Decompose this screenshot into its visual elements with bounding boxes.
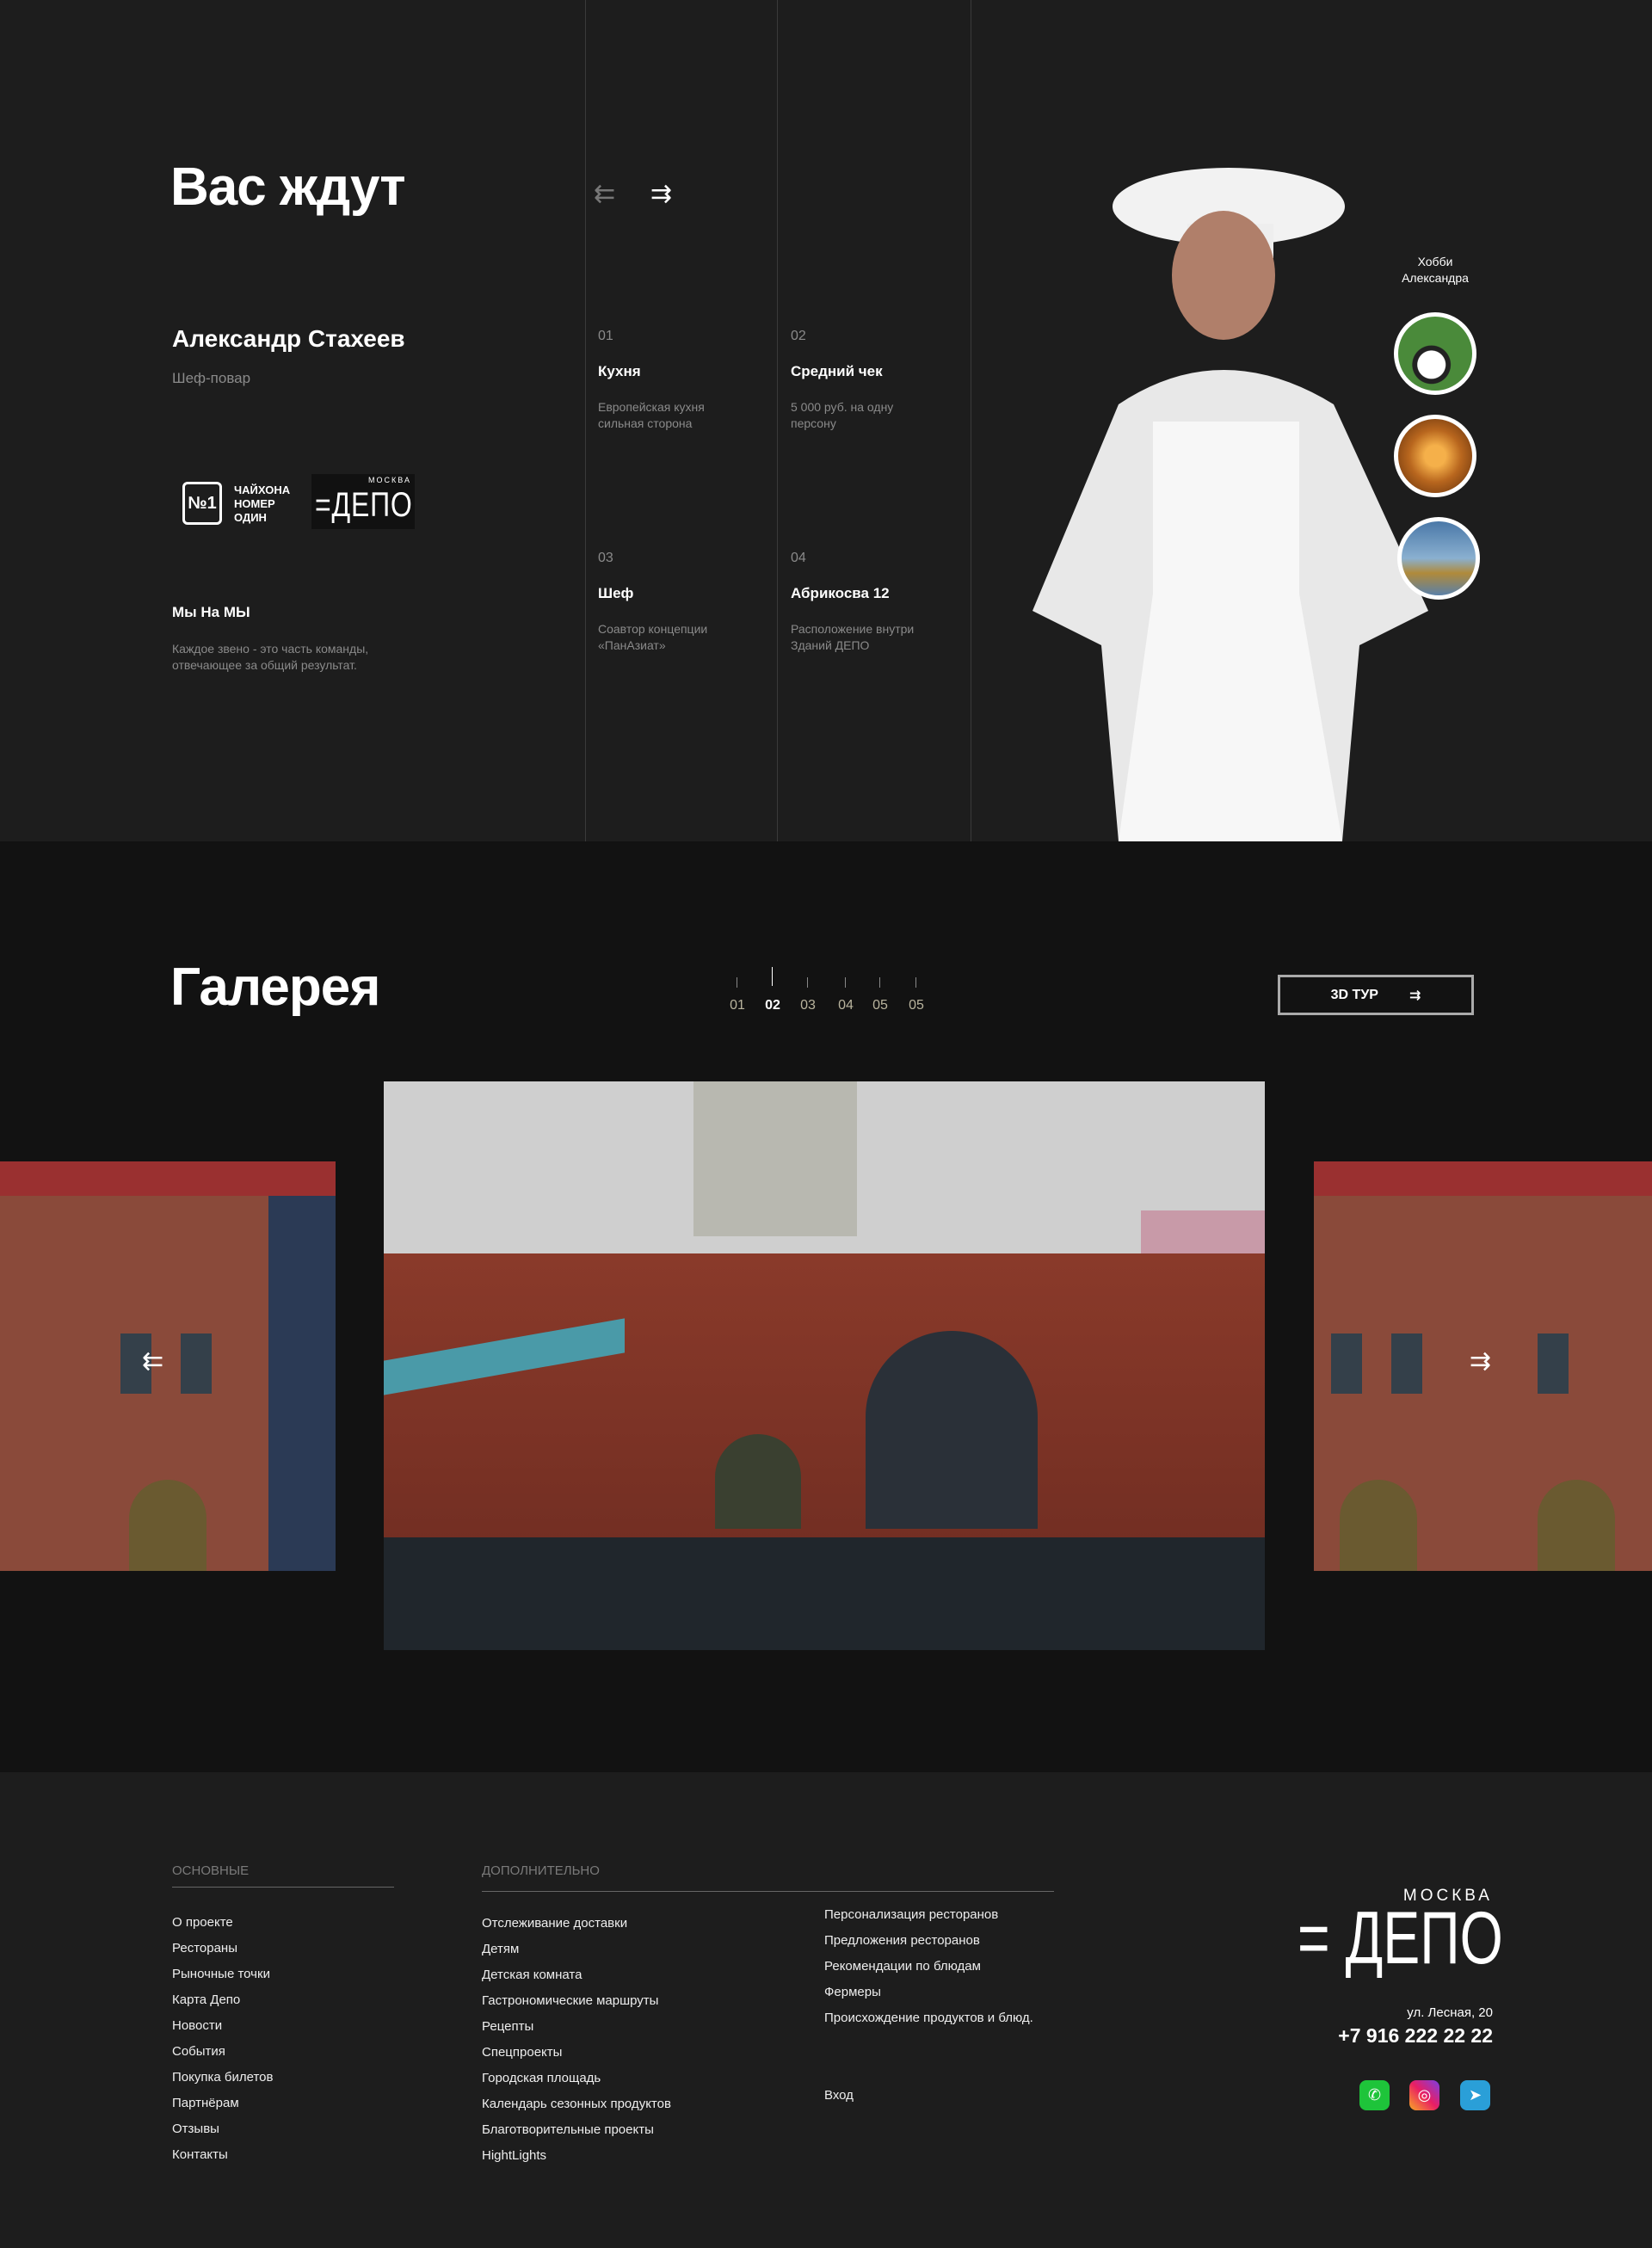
arrow-right-icon: ⇉ [1409, 988, 1421, 1003]
chef-name: Александр Стахеев [172, 325, 405, 352]
fact-title: Кухня [598, 363, 641, 379]
footer-link[interactable]: Спецпроекты [482, 2045, 562, 2060]
footer-link[interactable]: Рецепты [482, 2019, 533, 2034]
telegram-icon[interactable]: ➤ [1460, 2080, 1490, 2110]
footer-main-heading: ОСНОВНЫЕ [172, 1863, 250, 1878]
hobby-label: Хобби Александра [1402, 255, 1469, 285]
footer-link[interactable]: О проекте [172, 1915, 233, 1930]
whatsapp-icon[interactable]: ✆ [1359, 2080, 1390, 2110]
fact-number: 04 [791, 551, 806, 565]
footer-link[interactable]: Детям [482, 1942, 519, 1956]
gallery-title: Галерея [170, 958, 380, 1017]
fact-title: Шеф [598, 585, 634, 601]
chaihona-logo-icon: №1 [182, 482, 222, 525]
footer-link[interactable]: Рыночные точки [172, 1967, 270, 1981]
3d-tour-label: 3D ТУР [1330, 987, 1378, 1002]
fact-item: 01 Кухня Европейская кухня сильная сторо… [598, 329, 736, 432]
footer-link[interactable]: Новости [172, 2018, 222, 2033]
page-01[interactable]: 01 [727, 977, 748, 1013]
divider [777, 0, 778, 841]
next-arrow-icon[interactable]: ⇉ [650, 179, 672, 209]
gallery-prev-arrow-icon[interactable]: ⇇ [142, 1346, 163, 1377]
fact-desc: Расположение внутри Зданий ДЕПО [791, 622, 915, 652]
3d-tour-button[interactable]: 3D ТУР ⇉ [1278, 975, 1474, 1015]
fact-number: 02 [791, 329, 806, 343]
footer-link[interactable]: Предложения ресторанов [824, 1933, 980, 1948]
gallery-image-prev[interactable] [0, 1161, 336, 1571]
instagram-icon[interactable]: ◎ [1409, 2080, 1439, 2110]
fact-item: 04 Абрикосва 12 Расположение внутри Здан… [791, 551, 928, 654]
divider [482, 1891, 1054, 1892]
footer-link[interactable]: Покупка билетов [172, 2070, 273, 2085]
prev-arrow-icon[interactable]: ⇇ [594, 179, 615, 209]
hobby-sauna-icon[interactable] [1394, 415, 1476, 497]
gallery-next-arrow-icon[interactable]: ⇉ [1470, 1346, 1491, 1377]
login-link[interactable]: Вход [824, 2088, 854, 2103]
footer-link[interactable]: Происхождение продуктов и блюд. [824, 2011, 1033, 2025]
team-desc: Каждое звено - это часть команды, отвеча… [172, 642, 369, 672]
footer-link[interactable]: Рестораны [172, 1941, 237, 1955]
fact-desc: 5 000 руб. на одну персону [791, 400, 894, 430]
depo-logo: МОСКВА =ДЕПО [311, 474, 415, 529]
footer-phone[interactable]: +7 916 222 22 22 [1291, 2024, 1493, 2048]
footer-link[interactable]: События [172, 2044, 225, 2059]
page-06[interactable]: 05 [906, 977, 927, 1013]
hobby-football-icon[interactable] [1394, 312, 1476, 395]
depo-logo-text: =ДЕПО [315, 486, 413, 524]
fact-number: 03 [598, 551, 613, 565]
depo-logo-city: МОСКВА [368, 476, 411, 484]
footer-link[interactable]: Контакты [172, 2147, 228, 2162]
chef-role: Шеф-повар [172, 370, 251, 386]
hobby-fishing-icon[interactable] [1397, 517, 1480, 600]
footer-link[interactable]: Фермеры [824, 1985, 881, 1999]
footer-link[interactable]: Гастрономические маршруты [482, 1993, 658, 2008]
fact-desc: Европейская кухня сильная сторона [598, 400, 705, 430]
footer-link[interactable]: Городская площадь [482, 2071, 601, 2085]
footer-link[interactable]: Детская комната [482, 1968, 582, 1982]
gallery-image-main[interactable] [384, 1081, 1265, 1650]
divider [585, 0, 586, 841]
chaihona-logo-text: ЧАЙХОНА НОМЕР ОДИН [234, 483, 291, 524]
footer-link[interactable]: Рекомендации по блюдам [824, 1959, 981, 1974]
footer-link[interactable]: Персонализация ресторанов [824, 1907, 998, 1922]
fact-item: 03 Шеф Соавтор концепции «ПанАзиат» [598, 551, 736, 654]
fact-item: 02 Средний чек 5 000 руб. на одну персон… [791, 329, 928, 432]
fact-number: 01 [598, 329, 613, 343]
page-04[interactable]: 04 [835, 977, 856, 1013]
page-03[interactable]: 03 [798, 977, 818, 1013]
footer-link[interactable]: Благотворительные проекты [482, 2122, 654, 2137]
footer-address: ул. Лесная, 20 [1407, 2005, 1493, 2020]
footer-link[interactable]: Календарь сезонных продуктов [482, 2097, 671, 2111]
fact-desc: Соавтор концепции «ПанАзиат» [598, 622, 708, 652]
footer-logo: = ДЕПО [1298, 1897, 1503, 1980]
page-02-active[interactable]: 02 [762, 967, 783, 1013]
footer-link[interactable]: Отзывы [172, 2122, 219, 2136]
page-05[interactable]: 05 [870, 977, 891, 1013]
footer-link[interactable]: HightLights [482, 2148, 546, 2163]
footer-link[interactable]: Карта Депо [172, 1992, 240, 2007]
footer-link[interactable]: Партнёрам [172, 2096, 239, 2110]
section-title: Вас ждут [170, 157, 406, 217]
fact-title: Абрикосва 12 [791, 585, 890, 601]
chefs-section: Вас ждут ⇇ ⇉ Александр Стахеев Шеф-повар… [0, 0, 1652, 841]
fact-title: Средний чек [791, 363, 883, 379]
footer-extra-heading: ДОПОЛНИТЕЛЬНО [482, 1863, 600, 1878]
team-title: Мы На МЫ [172, 604, 250, 620]
footer-link[interactable]: Отслеживание доставки [482, 1916, 627, 1931]
divider [172, 1887, 394, 1888]
